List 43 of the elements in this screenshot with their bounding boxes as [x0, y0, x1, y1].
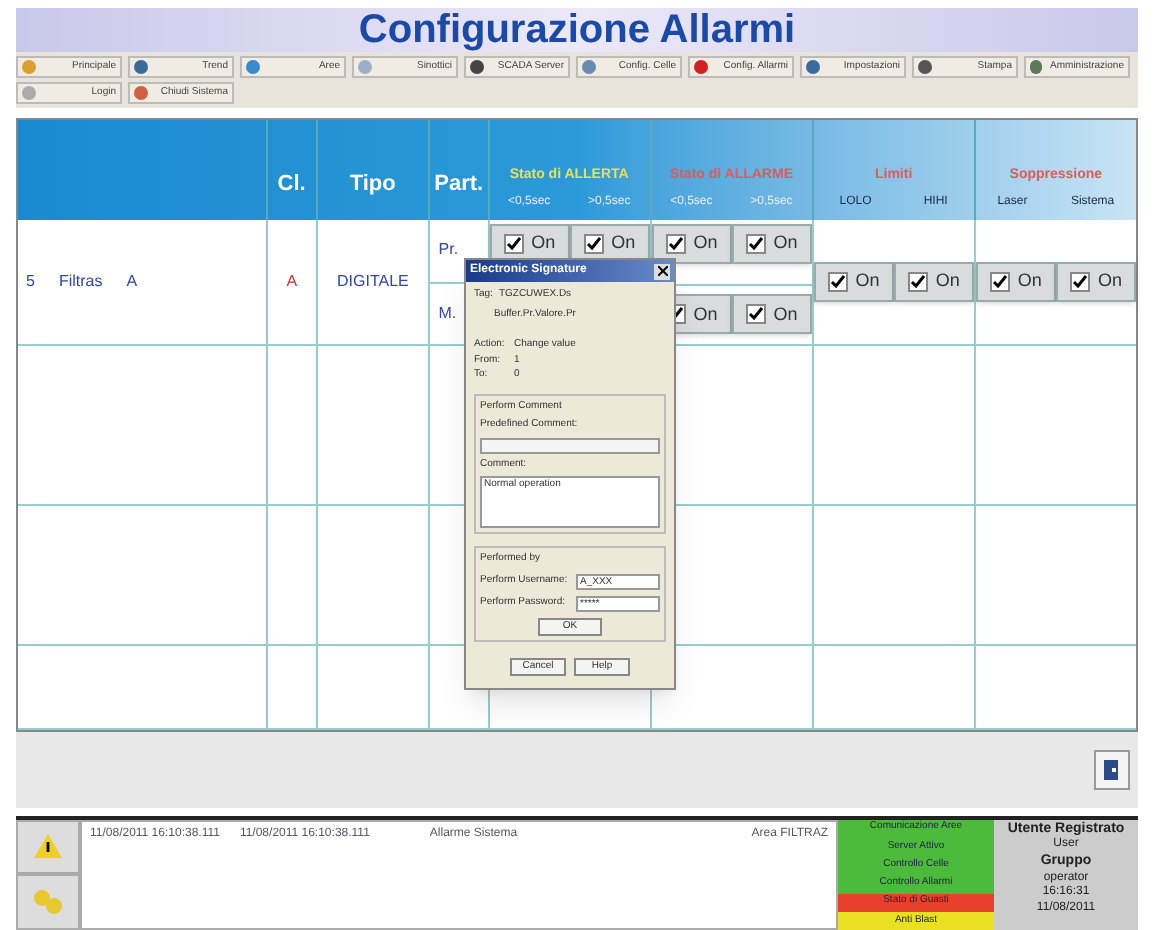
class-cell: A: [286, 270, 298, 294]
checkmark-icon: [747, 236, 764, 252]
window-title: Configurazione Allarmi: [358, 6, 796, 56]
checkbox-button[interactable]: On: [731, 224, 812, 264]
checkmark-icon: [1071, 274, 1088, 290]
row-area: A: [126, 270, 138, 294]
column-header: Tipo: [315, 120, 429, 220]
toolbar-icon: [246, 60, 260, 74]
close-button[interactable]: [654, 263, 670, 279]
toolbar-icon: [582, 60, 596, 74]
checkbox-button[interactable]: On: [651, 224, 732, 264]
exit-button[interactable]: [1094, 749, 1130, 790]
checkmark-icon: [505, 236, 522, 252]
column-header: Part.: [428, 120, 488, 220]
checkmark-icon: [991, 274, 1008, 290]
checkmark-icon: [667, 236, 684, 252]
checkbox-button[interactable]: On: [731, 294, 812, 335]
coins-icon: [32, 888, 64, 917]
toolbar-icon: [470, 60, 484, 74]
toolbar-icon: [358, 60, 372, 74]
type-cell: DIGITALE: [337, 270, 409, 294]
toolbar-icon: [694, 60, 708, 74]
checkbox-button[interactable]: On: [975, 262, 1056, 302]
checkmark-icon: [747, 306, 764, 323]
row-name: Filtras: [58, 270, 103, 294]
toolbar-icon: [806, 60, 820, 74]
door-icon: [1102, 757, 1122, 782]
checkbox-button[interactable]: On: [1055, 262, 1136, 302]
toolbar-icon: [1030, 60, 1043, 74]
predefined-dropdown[interactable]: [480, 437, 660, 453]
part-cell: M.: [438, 301, 457, 326]
warning-button[interactable]: [16, 819, 80, 875]
row-id: 5: [26, 270, 35, 294]
part-cell: Pr.: [438, 238, 459, 263]
checkmark-icon: [829, 274, 846, 290]
toolbar-icon: [918, 60, 932, 74]
close-icon: [657, 266, 667, 276]
checkbox-button[interactable]: On: [813, 262, 894, 302]
checkmark-icon: [585, 236, 602, 252]
checkmark-icon: [909, 274, 926, 290]
checkbox-button[interactable]: On: [893, 262, 974, 302]
warning-icon: [34, 834, 62, 859]
column-header: Cl.: [266, 120, 316, 220]
